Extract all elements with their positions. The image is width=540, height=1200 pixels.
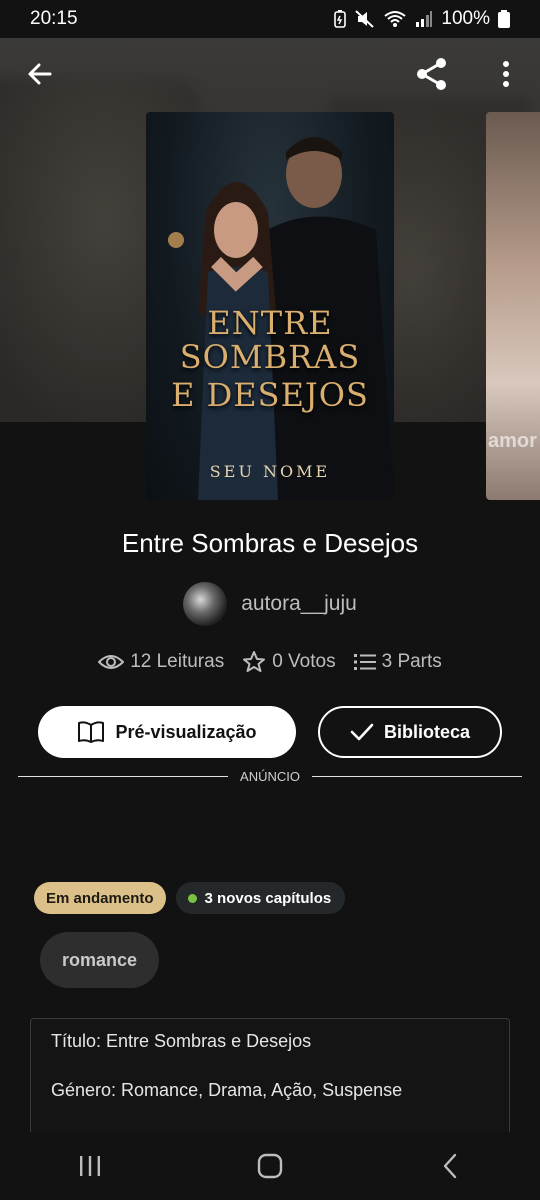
parts-count: 3 Parts xyxy=(381,651,442,672)
chevron-left-icon xyxy=(443,1153,457,1179)
story-title: Entre Sombras e Desejos xyxy=(121,528,419,558)
next-cover-text: amor xyxy=(488,430,537,452)
reads-stat: 12 Leituras xyxy=(98,651,224,673)
clock: 20:15 xyxy=(30,8,78,29)
preview-button[interactable]: Pré-visualização xyxy=(38,706,296,758)
description-line-title: Título: Entre Sombras e Desejos xyxy=(51,1031,312,1051)
library-button-label: Biblioteca xyxy=(383,721,471,742)
new-chapters-label: 3 novos capítulos xyxy=(204,889,332,907)
parts-stat: 3 Parts xyxy=(353,651,442,673)
library-button[interactable]: Biblioteca xyxy=(318,706,502,758)
recents-icon xyxy=(80,1156,100,1176)
share-button[interactable] xyxy=(410,52,454,96)
status-icons: 100% xyxy=(333,8,510,30)
system-back-button[interactable] xyxy=(420,1141,480,1191)
author-avatar[interactable] xyxy=(183,582,228,626)
back-button[interactable] xyxy=(18,52,62,96)
mute-icon xyxy=(355,10,375,28)
top-action-bar xyxy=(0,52,540,96)
eye-icon xyxy=(98,655,125,669)
signal-icon xyxy=(416,11,433,27)
status-bar: 20:15 100% xyxy=(0,0,540,38)
check-icon xyxy=(350,723,374,741)
share-icon xyxy=(417,58,446,90)
ad-divider: ANÚNCIO xyxy=(18,766,523,786)
more-options-button[interactable] xyxy=(484,52,528,96)
star-icon xyxy=(243,651,266,672)
status-badges: Em andamento 3 novos capítulos xyxy=(34,882,346,914)
ad-label: ANÚNCIO xyxy=(240,768,300,784)
reads-count: 12 Leituras xyxy=(130,651,225,672)
new-dot-icon xyxy=(187,893,197,903)
cover-title-line2: SOMBRAS xyxy=(179,338,361,376)
new-chapters-badge: 3 novos capítulos xyxy=(175,882,346,914)
votes-stat: 0 Votos xyxy=(242,650,336,674)
description-line-genre: Género: Romance, Drama, Ação, Suspense xyxy=(51,1080,403,1100)
cover-title-line3: E DESEJOS xyxy=(171,376,369,414)
recents-button[interactable] xyxy=(60,1141,120,1191)
battery-icon xyxy=(498,10,510,28)
more-vertical-icon xyxy=(503,61,509,87)
votes-count: 0 Votos xyxy=(272,651,336,672)
description-box: Título: Entre Sombras e Desejos Género: … xyxy=(30,1018,510,1148)
next-book-cover[interactable]: amor xyxy=(486,112,540,500)
author-row[interactable]: autora__juju xyxy=(0,582,540,626)
battery-percent: 100% xyxy=(441,8,490,29)
home-icon xyxy=(257,1153,283,1179)
status-badge: Em andamento xyxy=(34,882,166,914)
preview-button-label: Pré-visualização xyxy=(115,721,257,742)
book-cover[interactable]: ENTRE SOMBRAS E DESEJOS SEU NOME xyxy=(146,112,394,500)
book-open-icon xyxy=(78,721,105,743)
tag-romance[interactable]: romance xyxy=(40,932,160,988)
list-icon xyxy=(353,654,376,670)
arrow-left-icon xyxy=(28,63,52,85)
author-name[interactable]: autora__juju xyxy=(241,592,357,616)
ad-line-left xyxy=(18,775,229,777)
cover-author: SEU NOME xyxy=(209,462,331,481)
battery-saver-icon xyxy=(334,10,347,28)
system-nav-bar xyxy=(0,1132,540,1200)
home-button[interactable] xyxy=(240,1141,300,1191)
wifi-icon xyxy=(384,11,407,27)
ad-line-right xyxy=(311,775,523,777)
cover-title-line1: ENTRE xyxy=(207,304,333,342)
stats-row: 12 Leituras 0 Votos 3 Parts xyxy=(0,650,540,674)
